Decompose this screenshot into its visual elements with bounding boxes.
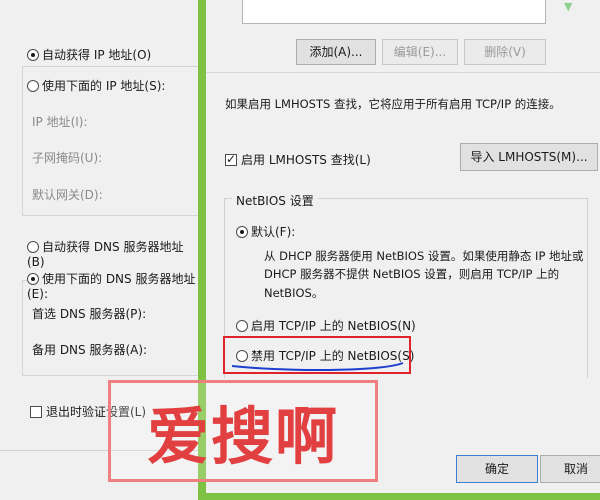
manual-dns-label: 使用下面的 DNS 服务器地址(E):	[27, 272, 196, 301]
netbios-default-desc-line1: 从 DHCP 服务器使用 NetBIOS 设置。如果使用静态 IP 地址或	[264, 249, 584, 263]
add-button[interactable]: 添加(A)...	[296, 39, 376, 65]
netbios-default-label: 默认(F):	[251, 225, 296, 239]
cancel-button[interactable]: 取消	[540, 455, 600, 483]
radio-unselected-icon	[27, 241, 39, 253]
checkbox-unchecked-icon	[30, 406, 42, 418]
preferred-dns-label: 首选 DNS 服务器(P):	[32, 307, 147, 321]
manual-ip-radio[interactable]: 使用下面的 IP 地址(S):	[27, 77, 168, 94]
auto-dns-radio[interactable]: 自动获得 DNS 服务器地址(B)	[27, 238, 198, 269]
enable-netbios-label: 启用 TCP/IP 上的 NetBIOS(N)	[251, 319, 416, 333]
manual-dns-radio[interactable]: 使用下面的 DNS 服务器地址(E):	[27, 270, 198, 301]
netbios-group-title: NetBIOS 设置	[232, 192, 318, 209]
manual-ip-label: 使用下面的 IP 地址(S):	[42, 79, 166, 93]
netbios-default-desc-line2: DHCP 服务器不提供 NetBIOS 设置，则启用 TCP/IP 上的	[264, 267, 560, 281]
netbios-default-desc-line3: NetBIOS。	[264, 286, 324, 300]
wins-address-list[interactable]	[242, 0, 546, 24]
auto-ip-label: 自动获得 IP 地址(O)	[42, 48, 152, 62]
enable-lmhosts-label: 启用 LMHOSTS 查找(L)	[241, 153, 371, 167]
radio-selected-icon	[27, 49, 39, 61]
enable-netbios-radio[interactable]: 启用 TCP/IP 上的 NetBIOS(N)	[236, 317, 416, 334]
enable-lmhosts-checkbox[interactable]: 启用 LMHOSTS 查找(L)	[225, 151, 371, 168]
radio-unselected-icon	[27, 80, 39, 92]
auto-dns-label: 自动获得 DNS 服务器地址(B)	[27, 240, 184, 269]
auto-ip-radio[interactable]: 自动获得 IP 地址(O)	[27, 46, 151, 63]
lmhosts-note: 如果启用 LMHOSTS 查找，它将应用于所有启用 TCP/IP 的连接。	[225, 97, 561, 111]
watermark-text: 爱搜啊	[146, 400, 339, 473]
radio-selected-icon	[236, 226, 248, 238]
import-lmhosts-button[interactable]: 导入 LMHOSTS(M)...	[460, 143, 598, 171]
edit-button[interactable]: 编辑(E)...	[382, 39, 458, 65]
move-down-arrow-icon[interactable]: ▼	[564, 0, 572, 13]
checkbox-checked-icon	[225, 152, 237, 166]
annotation-underline	[231, 362, 404, 371]
netbios-default-radio[interactable]: 默认(F):	[236, 223, 295, 240]
ip-address-label: IP 地址(I):	[32, 115, 88, 129]
subnet-mask-label: 子网掩码(U):	[32, 151, 103, 165]
watermark-stamp: 爱搜啊	[108, 380, 378, 482]
window-border-bottom	[198, 493, 600, 500]
radio-unselected-icon	[236, 320, 248, 332]
radio-selected-icon	[27, 273, 39, 285]
default-gateway-label: 默认网关(D):	[32, 188, 103, 202]
remove-button[interactable]: 删除(V)	[464, 39, 546, 65]
alternate-dns-label: 备用 DNS 服务器(A):	[32, 343, 148, 357]
section-divider	[206, 72, 600, 73]
ok-button[interactable]: 确定	[456, 455, 538, 483]
